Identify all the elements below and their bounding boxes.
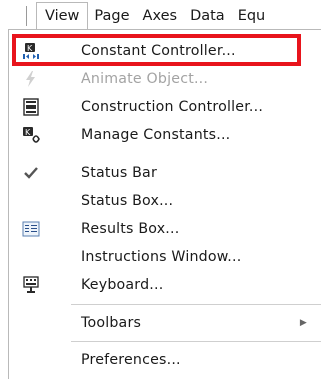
menu-item-keyboard[interactable]: Keyboard... xyxy=(9,271,321,299)
menu-item-label: Construction Controller... xyxy=(81,99,264,115)
menu-item-label: Keyboard... xyxy=(81,277,164,293)
menu-item-label: Constant Controller... xyxy=(81,43,236,59)
keyboard-icon xyxy=(22,276,40,294)
manage-constants-icon: K xyxy=(22,126,40,144)
svg-text:K: K xyxy=(27,44,33,53)
menu-equ[interactable]: Equ xyxy=(232,3,273,29)
menu-item-preferences[interactable]: Preferences... xyxy=(9,346,321,374)
menu-item-construction-controller[interactable]: Construction Controller... xyxy=(9,93,321,121)
menu-item-label: Instructions Window... xyxy=(81,249,242,265)
menu-page[interactable]: Page xyxy=(88,3,136,29)
menu-view[interactable]: View xyxy=(36,2,89,32)
menu-item-status-box[interactable]: Status Box... xyxy=(9,187,321,215)
view-dropdown-menu: K Constant Controller... Animate Object.… xyxy=(8,29,321,379)
menu-item-label: Status Bar xyxy=(81,165,157,181)
menubar-separator xyxy=(26,6,27,26)
menu-item-status-bar[interactable]: Status Bar xyxy=(9,159,321,187)
menu-item-constant-controller[interactable]: K Constant Controller... xyxy=(9,37,321,65)
checkmark-icon xyxy=(22,164,40,182)
menu-separator xyxy=(71,304,321,305)
submenu-arrow-icon: ▶ xyxy=(299,318,307,328)
menu-item-toolbars[interactable]: Toolbars ▶ xyxy=(9,309,321,337)
menu-item-label: Toolbars xyxy=(81,315,142,331)
menu-item-instructions-window[interactable]: Instructions Window... xyxy=(9,243,321,271)
results-box-icon xyxy=(22,220,40,238)
menu-item-animate-object[interactable]: Animate Object... xyxy=(9,65,321,93)
menu-item-label: Animate Object... xyxy=(81,71,209,87)
menu-data[interactable]: Data xyxy=(184,3,232,29)
svg-text:K: K xyxy=(25,128,31,137)
menu-item-manage-constants[interactable]: K Manage Constants... xyxy=(9,121,321,149)
menu-item-label: Preferences... xyxy=(81,352,181,368)
menu-separator xyxy=(71,341,321,342)
menu-item-label: Status Box... xyxy=(81,193,174,209)
constant-controller-icon: K xyxy=(22,42,40,60)
menu-item-label: Manage Constants... xyxy=(81,127,231,143)
menu-item-results-box[interactable]: Results Box... xyxy=(9,215,321,243)
menu-axes[interactable]: Axes xyxy=(137,3,185,29)
animate-object-icon xyxy=(22,70,40,88)
menu-bar: View Page Axes Data Equ xyxy=(26,2,321,32)
menu-item-label: Results Box... xyxy=(81,221,180,237)
construction-controller-icon xyxy=(22,98,40,116)
